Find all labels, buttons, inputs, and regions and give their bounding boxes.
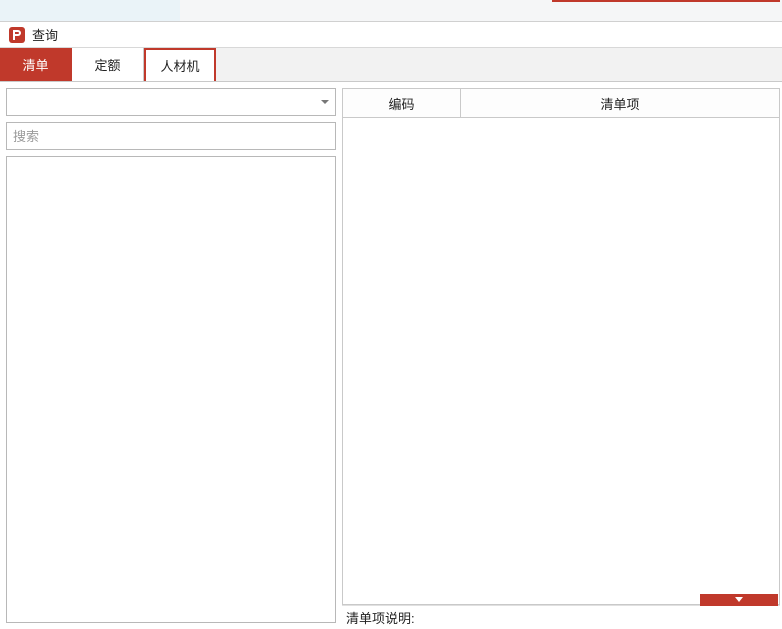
grid-header: 编码 清单项	[342, 88, 780, 118]
tab-label: 清单	[22, 55, 48, 74]
tab-rencaiji[interactable]: 人材机	[144, 48, 216, 81]
footer-row: 清单项说明:	[342, 605, 780, 629]
left-pane	[0, 82, 342, 629]
right-pane: 编码 清单项 清单项说明:	[342, 82, 782, 629]
tab-label: 定额	[94, 55, 120, 74]
search-input[interactable]	[6, 122, 336, 150]
tree-panel[interactable]	[6, 156, 336, 623]
drag-handle[interactable]	[700, 594, 778, 606]
grid-col-item[interactable]: 清单项	[461, 89, 779, 117]
title-bar: 查询	[0, 22, 782, 48]
grid-body[interactable]	[342, 118, 780, 605]
grid-col-code[interactable]: 编码	[343, 89, 461, 117]
category-combo[interactable]	[6, 88, 336, 116]
content-area: 编码 清单项 清单项说明:	[0, 82, 782, 629]
app-icon	[8, 26, 26, 44]
tab-qingdan[interactable]: 清单	[0, 48, 72, 81]
window-title: 查询	[32, 25, 58, 44]
chevron-down-icon	[321, 100, 329, 104]
desc-label: 清单项说明:	[346, 608, 415, 627]
tab-label: 人材机	[160, 56, 199, 75]
tab-dinge[interactable]: 定额	[72, 48, 144, 81]
col-label: 清单项	[600, 94, 639, 113]
tabs-row: 清单 定额 人材机	[0, 48, 782, 82]
top-strip	[0, 0, 782, 22]
col-label: 编码	[388, 94, 414, 113]
